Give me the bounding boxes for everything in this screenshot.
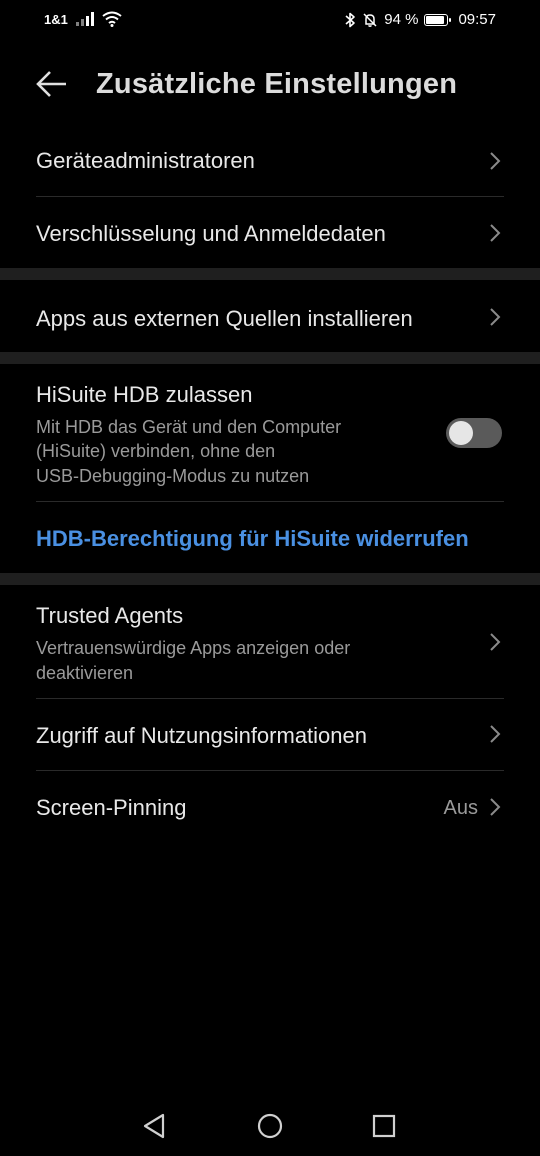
chevron-right-icon bbox=[490, 224, 501, 242]
hisuite-hdb-toggle[interactable] bbox=[446, 418, 502, 448]
status-bar: 1&1 94 % 09:57 bbox=[0, 0, 540, 40]
usage-access-row[interactable]: Zugriff auf Nutzungsinformationen bbox=[36, 699, 504, 770]
signal-icon bbox=[75, 12, 94, 26]
wifi-icon bbox=[102, 11, 122, 27]
bluetooth-icon bbox=[345, 12, 356, 27]
chevron-right-icon bbox=[490, 633, 501, 651]
screen-pinning-value: Aus bbox=[443, 797, 478, 819]
bell-off-icon bbox=[363, 12, 377, 27]
toggle-knob bbox=[449, 421, 473, 445]
hisuite-hdb-desc-line-1: Mit HDB das Gerät und den Computer bbox=[36, 417, 342, 437]
carrier-label: 1&1 bbox=[44, 11, 68, 27]
screen-pinning-row[interactable]: Screen-Pinning Aus bbox=[36, 771, 504, 843]
device-admins-label: Geräteadministratoren bbox=[36, 148, 255, 173]
nav-back-icon bbox=[143, 1113, 165, 1139]
hisuite-hdb-desc-line-3: USB-Debugging-Modus zu nutzen bbox=[36, 466, 310, 486]
chevron-right-icon bbox=[490, 308, 501, 326]
status-right: 94 % 09:57 bbox=[344, 11, 496, 28]
section-separator bbox=[0, 352, 540, 364]
battery-icon bbox=[424, 13, 452, 26]
back-arrow-icon bbox=[36, 71, 66, 97]
trusted-agents-row[interactable]: Trusted Agents Vertrauenswürdige Apps an… bbox=[36, 585, 504, 698]
page-title: Zusätzliche Einstellungen bbox=[96, 68, 458, 100]
app-bar: Zusätzliche Einstellungen bbox=[0, 54, 540, 114]
section-separator bbox=[0, 573, 540, 585]
nav-home-button[interactable] bbox=[252, 1108, 288, 1144]
navigation-bar bbox=[0, 1096, 540, 1156]
usage-access-label: Zugriff auf Nutzungsinformationen bbox=[36, 723, 367, 748]
trusted-agents-desc-line-1: Vertrauenswürdige Apps anzeigen oder bbox=[36, 638, 351, 658]
section-separator bbox=[0, 268, 540, 280]
nav-recents-icon bbox=[372, 1114, 396, 1138]
chevron-right-icon bbox=[490, 798, 501, 816]
encryption-row[interactable]: Verschlüsselung und Anmeldedaten bbox=[36, 197, 504, 268]
revoke-hdb-row[interactable]: HDB-Berechtigung für HiSuite widerrufen bbox=[0, 502, 540, 572]
external-sources-label: Apps aus externen Quellen installieren bbox=[36, 306, 413, 331]
hisuite-hdb-label: HiSuite HDB zulassen bbox=[36, 382, 253, 407]
battery-fill bbox=[426, 15, 445, 24]
device-admins-row[interactable]: Geräteadministratoren bbox=[36, 126, 504, 196]
encryption-label: Verschlüsselung und Anmeldedaten bbox=[36, 221, 386, 246]
clock: 09:57 bbox=[458, 11, 496, 28]
trusted-agents-label: Trusted Agents bbox=[36, 603, 184, 628]
screen: 1&1 94 % 09:57 Zusätzliche Einstellungen… bbox=[0, 0, 540, 1156]
status-left: 1&1 bbox=[44, 11, 122, 27]
screen-pinning-label: Screen-Pinning bbox=[36, 795, 187, 820]
hisuite-hdb-desc-line-2: (HiSuite) verbinden, ohne den bbox=[36, 441, 276, 461]
back-button[interactable] bbox=[30, 66, 70, 102]
nav-recents-button[interactable] bbox=[366, 1108, 402, 1144]
chevron-right-icon bbox=[490, 152, 501, 170]
trusted-agents-desc-line-2: deaktivieren bbox=[36, 663, 134, 683]
battery-percent: 94 % bbox=[384, 11, 419, 28]
hisuite-hdb-row[interactable]: HiSuite HDB zulassen Mit HDB das Gerät u… bbox=[36, 364, 504, 501]
nav-back-button[interactable] bbox=[136, 1108, 172, 1144]
external-sources-row[interactable]: Apps aus externen Quellen installieren bbox=[36, 280, 504, 352]
nav-home-icon bbox=[257, 1113, 283, 1139]
chevron-right-icon bbox=[490, 725, 501, 743]
revoke-hdb-link[interactable]: HDB-Berechtigung für HiSuite widerrufen bbox=[36, 526, 469, 552]
